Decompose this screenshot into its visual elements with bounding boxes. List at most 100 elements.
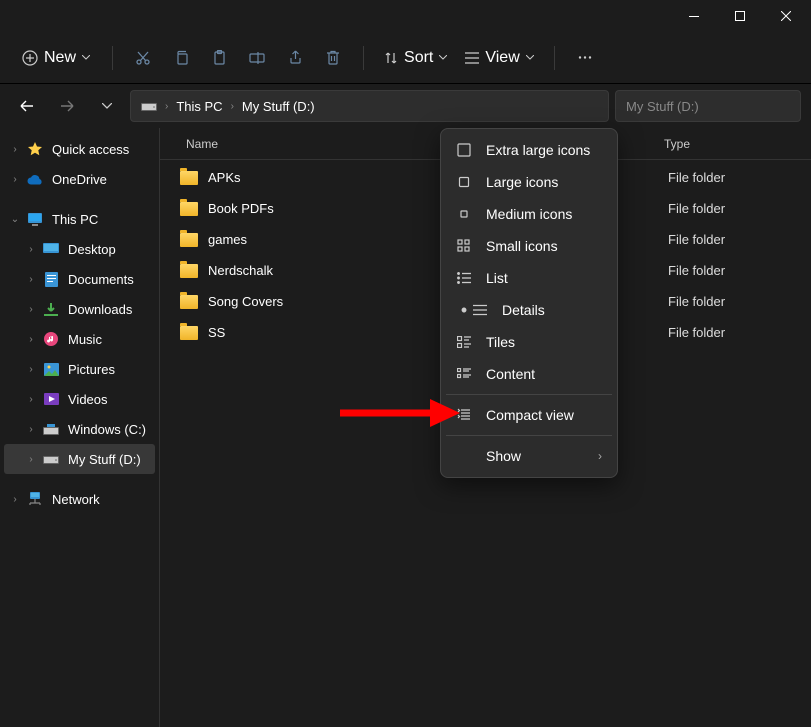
rename-button[interactable] [239,40,275,76]
sidebar-label: Quick access [52,142,129,157]
column-type[interactable]: Type [650,137,690,151]
chevron-right-icon: › [24,394,38,405]
menu-compact-view[interactable]: Compact view [446,399,612,431]
sidebar-item-pictures[interactable]: › Pictures [4,354,155,384]
chevron-right-icon: › [24,244,38,255]
separator [112,46,113,70]
breadcrumb-drive[interactable]: My Stuff (D:) [242,99,315,114]
sidebar-item-videos[interactable]: › Videos [4,384,155,414]
sidebar-item-music[interactable]: › Music [4,324,155,354]
sidebar-label: Pictures [68,362,115,377]
minimize-button[interactable] [671,0,717,32]
view-icon [465,52,479,64]
menu-separator [446,435,612,436]
drive-icon [42,420,60,438]
chevron-down-icon: ⌄ [8,214,22,225]
menu-separator [446,394,612,395]
toolbar: New Sort View [0,32,811,84]
menu-list[interactable]: List [446,262,612,294]
chevron-right-icon: › [24,304,38,315]
chevron-right-icon: › [8,174,22,185]
view-button[interactable]: View [457,43,541,73]
sidebar-label: Network [52,492,100,507]
copy-button[interactable] [163,40,199,76]
sidebar-label: This PC [52,212,98,227]
sidebar-item-windows-c[interactable]: › Windows (C:) [4,414,155,444]
menu-extra-large-icons[interactable]: Extra large icons [446,134,612,166]
new-button-label: New [44,49,76,67]
sidebar-item-network[interactable]: › Network [4,484,155,514]
chevron-down-icon [439,55,447,60]
address-bar[interactable]: › This PC › My Stuff (D:) [130,90,609,122]
sort-button-label: Sort [404,49,433,67]
separator [554,46,555,70]
list-icon [456,270,472,286]
chevron-right-icon: › [24,334,38,345]
star-icon [26,140,44,158]
more-button[interactable] [567,40,603,76]
medium-icons-icon [456,206,472,222]
videos-icon [42,390,60,408]
maximize-button[interactable] [717,0,763,32]
sidebar-label: My Stuff (D:) [68,452,141,467]
sidebar-label: Windows (C:) [68,422,146,437]
sidebar-item-desktop[interactable]: › Desktop [4,234,155,264]
view-button-label: View [485,49,519,67]
sort-button[interactable]: Sort [376,43,455,73]
back-button[interactable] [10,90,44,122]
sidebar-label: Downloads [68,302,132,317]
sidebar-label: Documents [68,272,134,287]
menu-medium-icons[interactable]: Medium icons [446,198,612,230]
sidebar-item-thispc[interactable]: ⌄ This PC [4,204,155,234]
bullet-icon: • [456,300,472,321]
cloud-icon [26,170,44,188]
sidebar-label: OneDrive [52,172,107,187]
breadcrumb-pc[interactable]: This PC [176,99,222,114]
sidebar-item-quick[interactable]: › Quick access [4,134,155,164]
xl-icons-icon [456,142,472,158]
search-input[interactable]: My Stuff (D:) [615,90,801,122]
download-icon [42,300,60,318]
sidebar-label: Videos [68,392,108,407]
network-icon [26,490,44,508]
chevron-right-icon: › [231,101,234,112]
desktop-icon [42,240,60,258]
menu-show[interactable]: Show › [446,440,612,472]
new-button[interactable]: New [12,43,100,73]
menu-content[interactable]: Content [446,358,612,390]
folder-icon [180,171,198,185]
close-button[interactable] [763,0,809,32]
menu-small-icons[interactable]: Small icons [446,230,612,262]
chevron-down-icon [526,55,534,60]
chevron-right-icon: › [24,364,38,375]
small-icons-icon [456,238,472,254]
chevron-right-icon: › [24,424,38,435]
drive-icon [141,99,157,114]
chevron-right-icon: › [24,454,38,465]
main: › Quick access › OneDrive ⌄ This PC › De… [0,128,811,727]
delete-button[interactable] [315,40,351,76]
menu-details[interactable]: • Details [446,294,612,326]
chevron-down-icon [82,55,90,60]
sidebar: › Quick access › OneDrive ⌄ This PC › De… [0,128,160,727]
recent-button[interactable] [90,90,124,122]
chevron-right-icon: › [8,144,22,155]
menu-large-icons[interactable]: Large icons [446,166,612,198]
menu-tiles[interactable]: Tiles [446,326,612,358]
large-icons-icon [456,174,472,190]
separator [363,46,364,70]
pictures-icon [42,360,60,378]
paste-button[interactable] [201,40,237,76]
sidebar-item-onedrive[interactable]: › OneDrive [4,164,155,194]
cut-button[interactable] [125,40,161,76]
sidebar-label: Music [68,332,102,347]
folder-icon [180,202,198,216]
chevron-right-icon: › [24,274,38,285]
share-button[interactable] [277,40,313,76]
sidebar-item-downloads[interactable]: › Downloads [4,294,155,324]
sidebar-item-mystuff-d[interactable]: › My Stuff (D:) [4,444,155,474]
folder-icon [180,264,198,278]
forward-button[interactable] [50,90,84,122]
details-icon [472,302,488,318]
sidebar-item-documents[interactable]: › Documents [4,264,155,294]
